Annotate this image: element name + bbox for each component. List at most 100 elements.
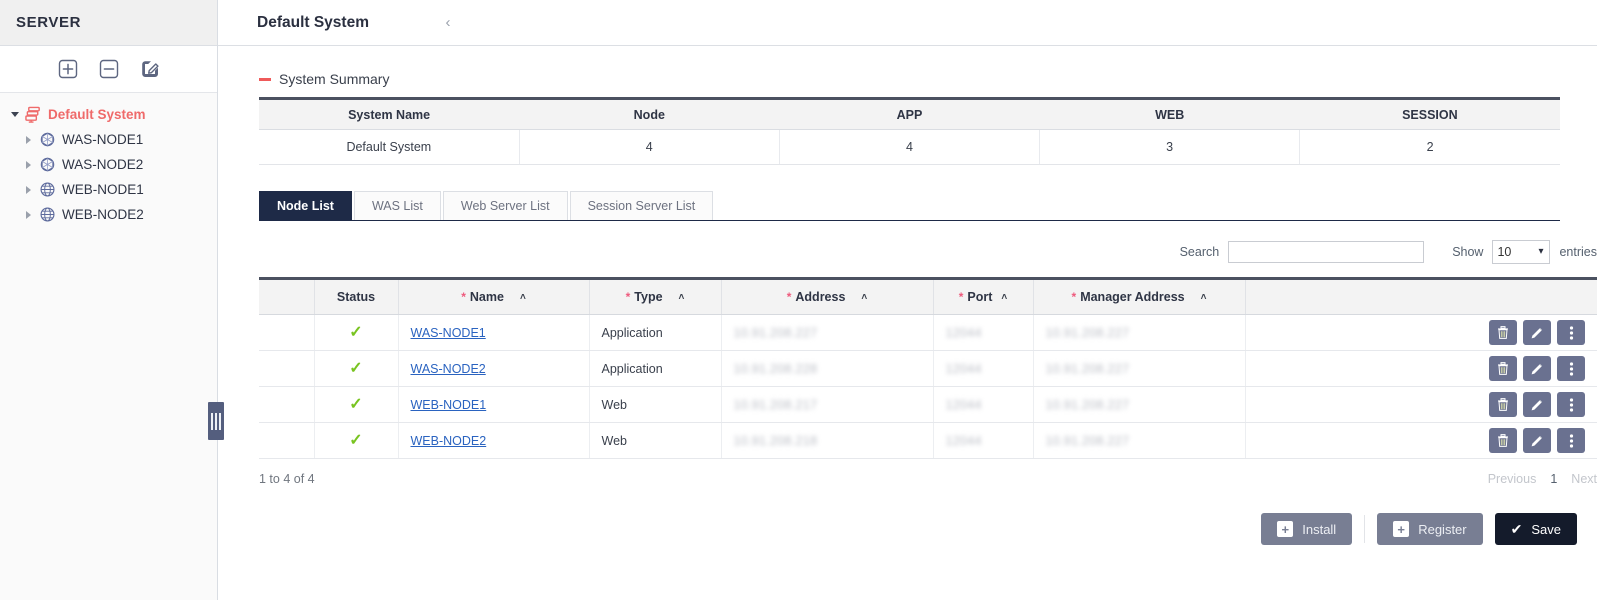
sort-asc-icon[interactable]: ˄ [679, 292, 685, 303]
sidebar-collapse-button[interactable]: ‹ [440, 14, 456, 32]
delete-icon[interactable] [1489, 320, 1517, 345]
edit-icon[interactable] [139, 58, 161, 80]
row-select-cell[interactable] [259, 422, 314, 459]
table-row[interactable]: ✓ WAS-NODE1 Application 10.91.208.227 12… [259, 314, 1597, 351]
expand-caret-right-icon[interactable] [22, 208, 35, 221]
redacted-address: 10.91.208.217 [733, 397, 818, 412]
redacted-manager-address: 10.91.208.227 [1045, 433, 1130, 448]
grid-col-type[interactable]: * Type ˄ [588, 277, 721, 315]
row-type-cell: Web [588, 422, 721, 459]
summary-cell-node: 4 [518, 129, 780, 165]
grid-col-port[interactable]: * Port ˄ [932, 277, 1033, 315]
expand-caret-down-icon[interactable] [8, 108, 21, 121]
tree-item-label: Default System [48, 107, 146, 122]
redacted-port: 12044 [945, 361, 982, 376]
expand-caret-right-icon[interactable] [22, 133, 35, 146]
summary-col-session: SESSION [1299, 97, 1560, 130]
tab-web-server-list[interactable]: Web Server List [442, 191, 568, 220]
row-port-cell: 12044 [932, 422, 1033, 459]
more-icon[interactable] [1557, 428, 1585, 453]
tab-was-list[interactable]: WAS List [353, 191, 441, 220]
redacted-port: 12044 [945, 433, 982, 448]
row-action-group [1489, 392, 1585, 417]
install-button-label: Install [1302, 521, 1337, 537]
sort-asc-icon[interactable]: ˄ [1001, 292, 1007, 303]
delete-icon[interactable] [1489, 356, 1517, 381]
row-select-cell[interactable] [259, 386, 314, 423]
sort-asc-icon[interactable]: ˄ [861, 292, 867, 303]
node-link[interactable]: WAS-NODE2 [411, 362, 486, 376]
node-link[interactable]: WAS-NODE1 [411, 326, 486, 340]
delete-icon[interactable] [1489, 392, 1517, 417]
row-manager-address-cell: 10.91.208.227 [1032, 350, 1245, 387]
edit-icon[interactable] [1523, 392, 1551, 417]
pagination-previous[interactable]: Previous [1488, 472, 1537, 486]
summary-cell-web: 3 [1039, 129, 1300, 165]
tree-item-web-node2[interactable]: WEB-NODE2 [0, 202, 217, 227]
node-link[interactable]: WEB-NODE1 [411, 398, 487, 412]
table-header-row: Status * Name ˄ * Type ˄ * Address ˄ * P… [259, 277, 1597, 315]
status-ok-icon: ✓ [349, 431, 363, 449]
table-row: Default System 4 4 3 2 [259, 129, 1560, 165]
tab-node-list[interactable]: Node List [259, 191, 352, 220]
result-count: 1 to 4 of 4 [259, 472, 315, 486]
table-row[interactable]: ✓ WEB-NODE1 Web 10.91.208.217 12044 10.9… [259, 386, 1597, 423]
delete-icon[interactable] [1489, 428, 1517, 453]
row-name-cell: WEB-NODE1 [397, 386, 589, 423]
entries-label: entries [1559, 245, 1597, 259]
table-row[interactable]: ✓ WEB-NODE2 Web 10.91.208.218 12044 10.9… [259, 422, 1597, 459]
entries-select[interactable]: 10 25 50 100 [1492, 240, 1551, 264]
more-icon[interactable] [1557, 320, 1585, 345]
edit-icon[interactable] [1523, 356, 1551, 381]
collapse-dash-icon[interactable] [259, 77, 271, 81]
row-actions-cell [1244, 314, 1597, 351]
node-list-body: ✓ WAS-NODE1 Application 10.91.208.227 12… [259, 314, 1597, 459]
tree-item-web-node1[interactable]: WEB-NODE1 [0, 177, 217, 202]
grid-col-label: Name [469, 290, 504, 304]
node-list-table: Status * Name ˄ * Type ˄ * Address ˄ * P… [259, 277, 1597, 459]
more-icon[interactable] [1557, 356, 1585, 381]
summary-col-system-name: System Name [259, 97, 520, 130]
search-input[interactable] [1228, 241, 1425, 263]
tab-session-server-list[interactable]: Session Server List [569, 191, 714, 220]
row-select-cell[interactable] [259, 314, 314, 351]
grid-col-label: Port [967, 290, 993, 304]
check-icon: ✔ [1510, 520, 1523, 537]
edit-icon[interactable] [1523, 428, 1551, 453]
sidebar-resize-handle[interactable] [208, 402, 224, 440]
redacted-address: 10.91.208.227 [733, 325, 818, 340]
redacted-manager-address: 10.91.208.227 [1045, 397, 1130, 412]
sidebar-title: SERVER [16, 14, 82, 31]
summary-cell-app: 4 [778, 129, 1040, 165]
tree-item-was-node2[interactable]: WAS-NODE2 [0, 152, 217, 177]
more-icon[interactable] [1557, 392, 1585, 417]
table-row[interactable]: ✓ WAS-NODE2 Application 10.91.208.228 12… [259, 350, 1597, 387]
expand-caret-right-icon[interactable] [22, 158, 35, 171]
save-button[interactable]: ✔ Save [1494, 513, 1577, 545]
bottom-action-bar: + Install + Register ✔ Save [218, 513, 1597, 545]
grid-col-manager-address[interactable]: * Manager Address ˄ [1032, 277, 1245, 315]
node-link[interactable]: WEB-NODE2 [411, 434, 487, 448]
row-actions-cell [1244, 386, 1597, 423]
grid-col-address[interactable]: * Address ˄ [720, 277, 933, 315]
edit-icon[interactable] [1523, 320, 1551, 345]
tree-item-label: WEB-NODE1 [62, 182, 144, 197]
sort-asc-icon[interactable]: ˄ [1201, 292, 1207, 303]
expand-caret-right-icon[interactable] [22, 183, 35, 196]
section-title: System Summary [279, 71, 390, 87]
grid-col-label: Manager Address [1080, 290, 1185, 304]
grid-col-select [259, 277, 314, 315]
pagination-next[interactable]: Next [1571, 472, 1597, 486]
pagination-page-1[interactable]: 1 [1550, 472, 1557, 486]
remove-icon[interactable] [98, 58, 120, 80]
install-button[interactable]: + Install [1261, 513, 1353, 545]
add-icon[interactable] [57, 58, 79, 80]
tree-item-default-system[interactable]: Default System [0, 102, 217, 127]
row-action-group [1489, 428, 1585, 453]
register-button-label: Register [1418, 521, 1467, 537]
grid-col-name[interactable]: * Name ˄ [397, 277, 589, 315]
tree-item-was-node1[interactable]: WAS-NODE1 [0, 127, 217, 152]
row-select-cell[interactable] [259, 350, 314, 387]
register-button[interactable]: + Register [1377, 513, 1483, 545]
sort-asc-icon[interactable]: ˄ [520, 292, 526, 303]
